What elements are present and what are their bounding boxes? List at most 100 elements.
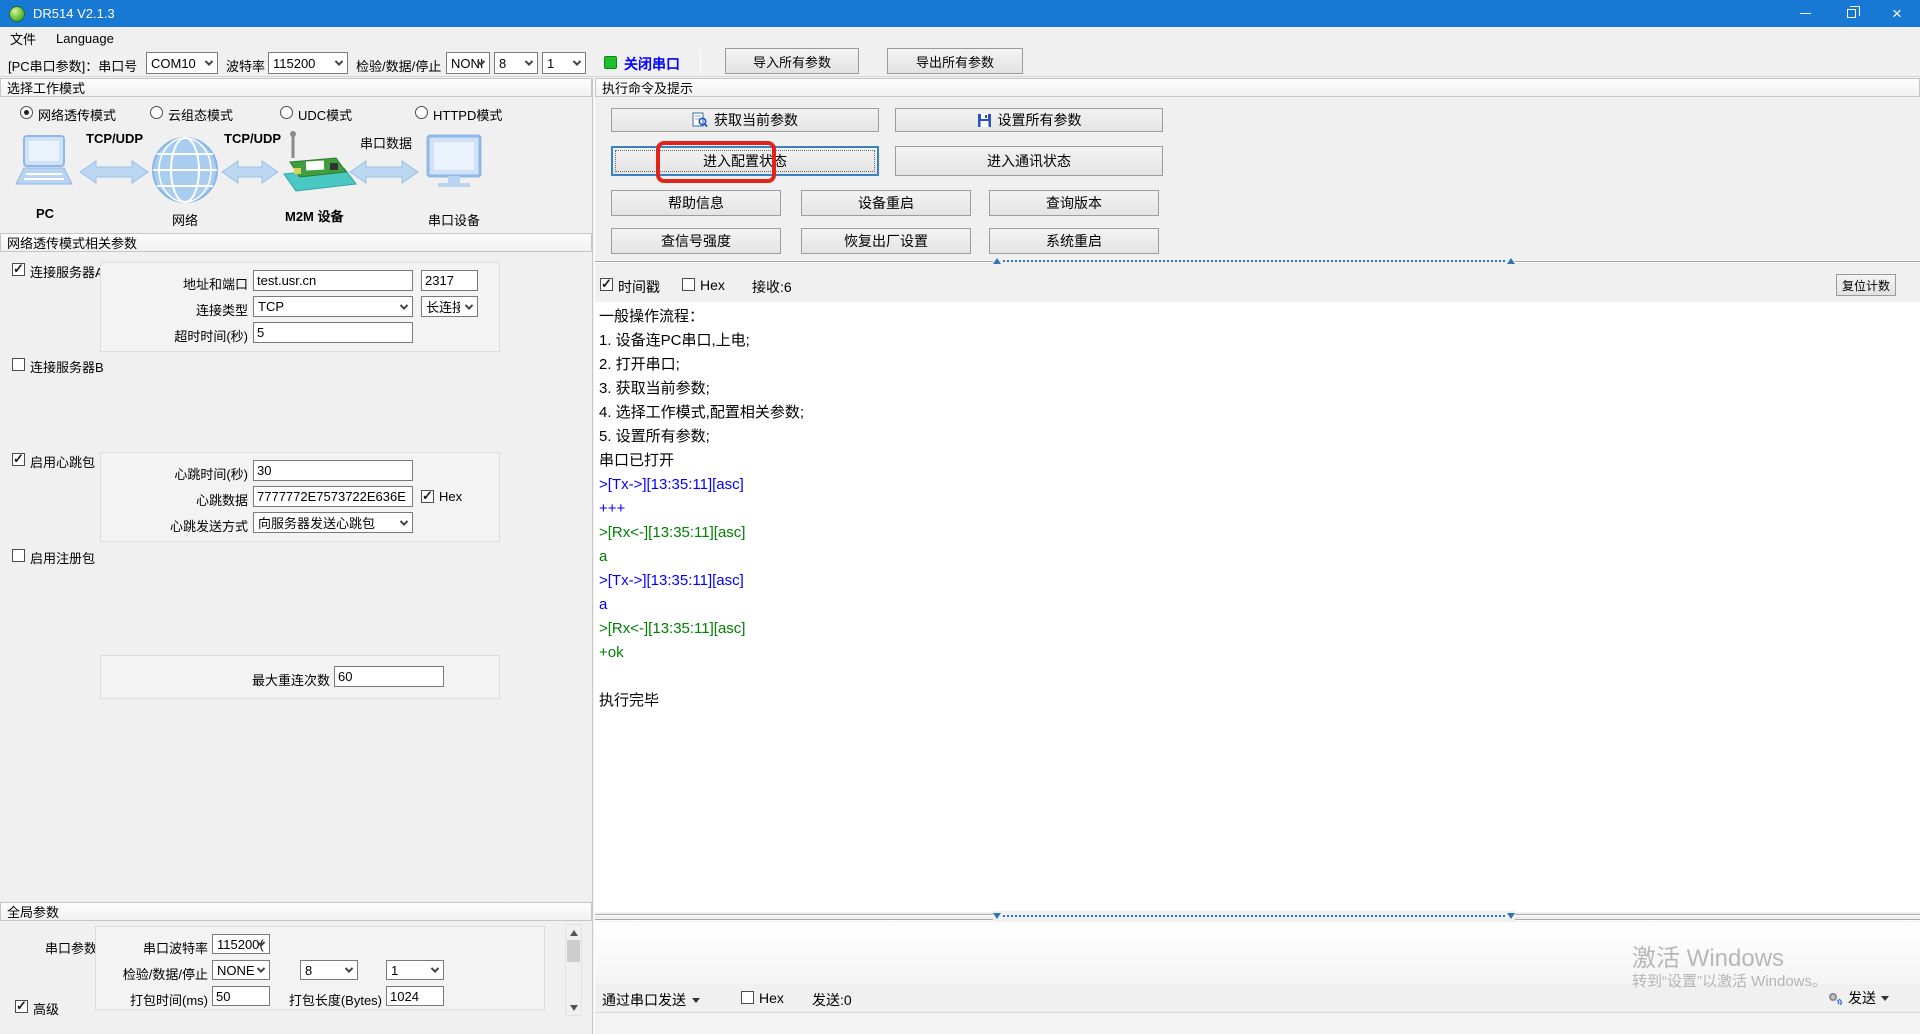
log-line: 执行完毕 xyxy=(595,689,1920,713)
toolbar-separator xyxy=(700,50,701,74)
databits-select[interactable]: 8 xyxy=(494,52,538,74)
radio-net-transparent-mode[interactable] xyxy=(20,106,33,119)
get-params-button[interactable]: 获取当前参数 xyxy=(611,108,879,132)
radio-udc-mode[interactable] xyxy=(280,106,293,119)
save-icon xyxy=(977,113,992,128)
enter-config-button[interactable]: 进入配置状态 xyxy=(611,146,879,176)
link-label: TCP/UDP xyxy=(86,131,143,146)
radio-cloud-mode[interactable] xyxy=(150,106,163,119)
register-checkbox[interactable] xyxy=(12,549,25,562)
g-baud-select[interactable]: 115200( xyxy=(212,934,270,954)
timestamp-checkbox[interactable] xyxy=(600,278,613,291)
server-port-input[interactable]: 2317 xyxy=(421,270,478,291)
pc-icon xyxy=(16,136,72,184)
arrow-icon xyxy=(80,161,148,183)
log-line: +++ xyxy=(595,497,1920,521)
menu-file[interactable]: 文件 xyxy=(0,27,46,49)
reset-count-button[interactable]: 复位计数 xyxy=(1836,274,1896,296)
pack-len-input[interactable]: 1024 xyxy=(386,986,444,1006)
recv-count: 接收:6 xyxy=(752,277,792,297)
bottom-strip xyxy=(595,1012,1920,1034)
device-reboot-button[interactable]: 设备重启 xyxy=(801,190,971,216)
help-button[interactable]: 帮助信息 xyxy=(611,190,781,216)
close-button[interactable]: × xyxy=(1874,0,1920,27)
log-line: 1. 设备连PC串口,上电; xyxy=(595,329,1920,353)
parity-select[interactable]: NONI xyxy=(446,52,490,74)
splitter-handle-bottom[interactable] xyxy=(993,911,1515,921)
system-reboot-button[interactable]: 系统重启 xyxy=(989,228,1159,254)
splitter-handle-top[interactable] xyxy=(993,256,1515,266)
arrow-icon xyxy=(350,161,418,183)
com-port-select[interactable]: COM10 xyxy=(146,52,218,74)
send-hex-label: Hex xyxy=(759,990,784,1006)
radio-label: UDC模式 xyxy=(298,105,352,124)
send-hex-checkbox[interactable] xyxy=(741,991,754,1004)
app-icon xyxy=(9,6,25,22)
g-databits-select[interactable]: 8 xyxy=(300,960,358,980)
keep-alive-select[interactable]: 长连接 xyxy=(421,296,478,317)
radio-label: 云组态模式 xyxy=(168,105,233,124)
reconnect-input[interactable]: 60 xyxy=(334,666,444,687)
parity-label: 检验/数据/停止 xyxy=(356,56,441,75)
log-hex-checkbox[interactable] xyxy=(682,278,695,291)
g-parity-label: 检验/数据/停止 xyxy=(100,964,208,983)
hb-data-input[interactable]: 7777772E7573722E636E xyxy=(253,486,413,507)
scroll-up-icon[interactable] xyxy=(566,925,581,940)
menu-language[interactable]: Language xyxy=(46,27,124,49)
g-parity-select[interactable]: NONE xyxy=(212,960,270,980)
query-version-button[interactable]: 查询版本 xyxy=(989,190,1159,216)
stopbits-select[interactable]: 1 xyxy=(542,52,586,74)
radio-httpd-mode[interactable] xyxy=(415,106,428,119)
minimize-icon xyxy=(1800,13,1811,14)
hb-hex-label: Hex xyxy=(439,489,462,504)
send-via-serial-dropdown[interactable]: 通过串口发送 xyxy=(602,990,700,1010)
server-b-checkbox[interactable] xyxy=(12,358,25,371)
conn-type-label: 连接类型 xyxy=(108,300,248,319)
timeout-label: 超时时间(秒) xyxy=(108,326,248,345)
enter-comm-button[interactable]: 进入通讯状态 xyxy=(895,146,1163,176)
send-button[interactable]: 发送 xyxy=(1828,988,1889,1008)
port-open-indicator-icon xyxy=(604,56,617,69)
scrollbar-thumb[interactable] xyxy=(567,940,580,962)
set-params-button[interactable]: 设置所有参数 xyxy=(895,108,1163,132)
log-line: 串口已打开 xyxy=(595,449,1920,473)
serial-device-icon xyxy=(428,136,480,187)
log-output[interactable]: 一般操作流程： 1. 设备连PC串口,上电; 2. 打开串口; 3. 获取当前参… xyxy=(595,302,1920,912)
chevron-down-icon xyxy=(692,998,700,1003)
advanced-label: 高级 xyxy=(33,999,59,1018)
sent-count: 发送:0 xyxy=(812,990,852,1010)
factory-reset-button[interactable]: 恢复出厂设置 xyxy=(801,228,971,254)
pc-serial-label: [PC串口参数]：串口号 xyxy=(8,56,137,75)
baud-select[interactable]: 115200 xyxy=(268,52,348,74)
query-signal-button[interactable]: 查信号强度 xyxy=(611,228,781,254)
g-stopbits-select[interactable]: 1 xyxy=(386,960,444,980)
collapse-down-icon xyxy=(993,913,1001,919)
global-scrollbar[interactable] xyxy=(565,924,582,1016)
hb-time-input[interactable]: 30 xyxy=(253,460,413,481)
advanced-checkbox[interactable] xyxy=(15,1000,28,1013)
timeout-input[interactable]: 5 xyxy=(253,322,413,343)
close-port-button[interactable]: 关闭串口 xyxy=(624,54,680,74)
log-line: >[Rx<-][13:35:11][asc] xyxy=(595,617,1920,641)
log-line: >[Rx<-][13:35:11][asc] xyxy=(595,521,1920,545)
node-label: 串口设备 xyxy=(428,210,480,229)
server-a-label: 连接服务器A xyxy=(30,262,104,281)
node-label: PC xyxy=(36,206,54,221)
hb-hex-checkbox[interactable] xyxy=(421,490,434,503)
server-addr-input[interactable]: test.usr.cn xyxy=(253,270,413,291)
register-label: 启用注册包 xyxy=(30,548,95,567)
conn-type-select[interactable]: TCP xyxy=(253,296,413,317)
export-params-button[interactable]: 导出所有参数 xyxy=(887,48,1023,74)
m2m-device-icon xyxy=(284,131,356,191)
timestamp-label: 时间戳 xyxy=(618,277,660,297)
restore-button[interactable] xyxy=(1828,0,1874,27)
hb-data-label: 心跳数据 xyxy=(108,490,248,509)
import-params-button[interactable]: 导入所有参数 xyxy=(725,48,859,74)
addr-port-label: 地址和端口 xyxy=(108,274,248,293)
scroll-down-icon[interactable] xyxy=(566,1000,581,1015)
minimize-button[interactable] xyxy=(1782,0,1828,27)
heartbeat-checkbox[interactable] xyxy=(12,453,25,466)
hb-mode-select[interactable]: 向服务器发送心跳包 xyxy=(253,512,413,533)
server-a-checkbox[interactable] xyxy=(12,263,25,276)
chevron-down-icon xyxy=(1881,996,1889,1001)
